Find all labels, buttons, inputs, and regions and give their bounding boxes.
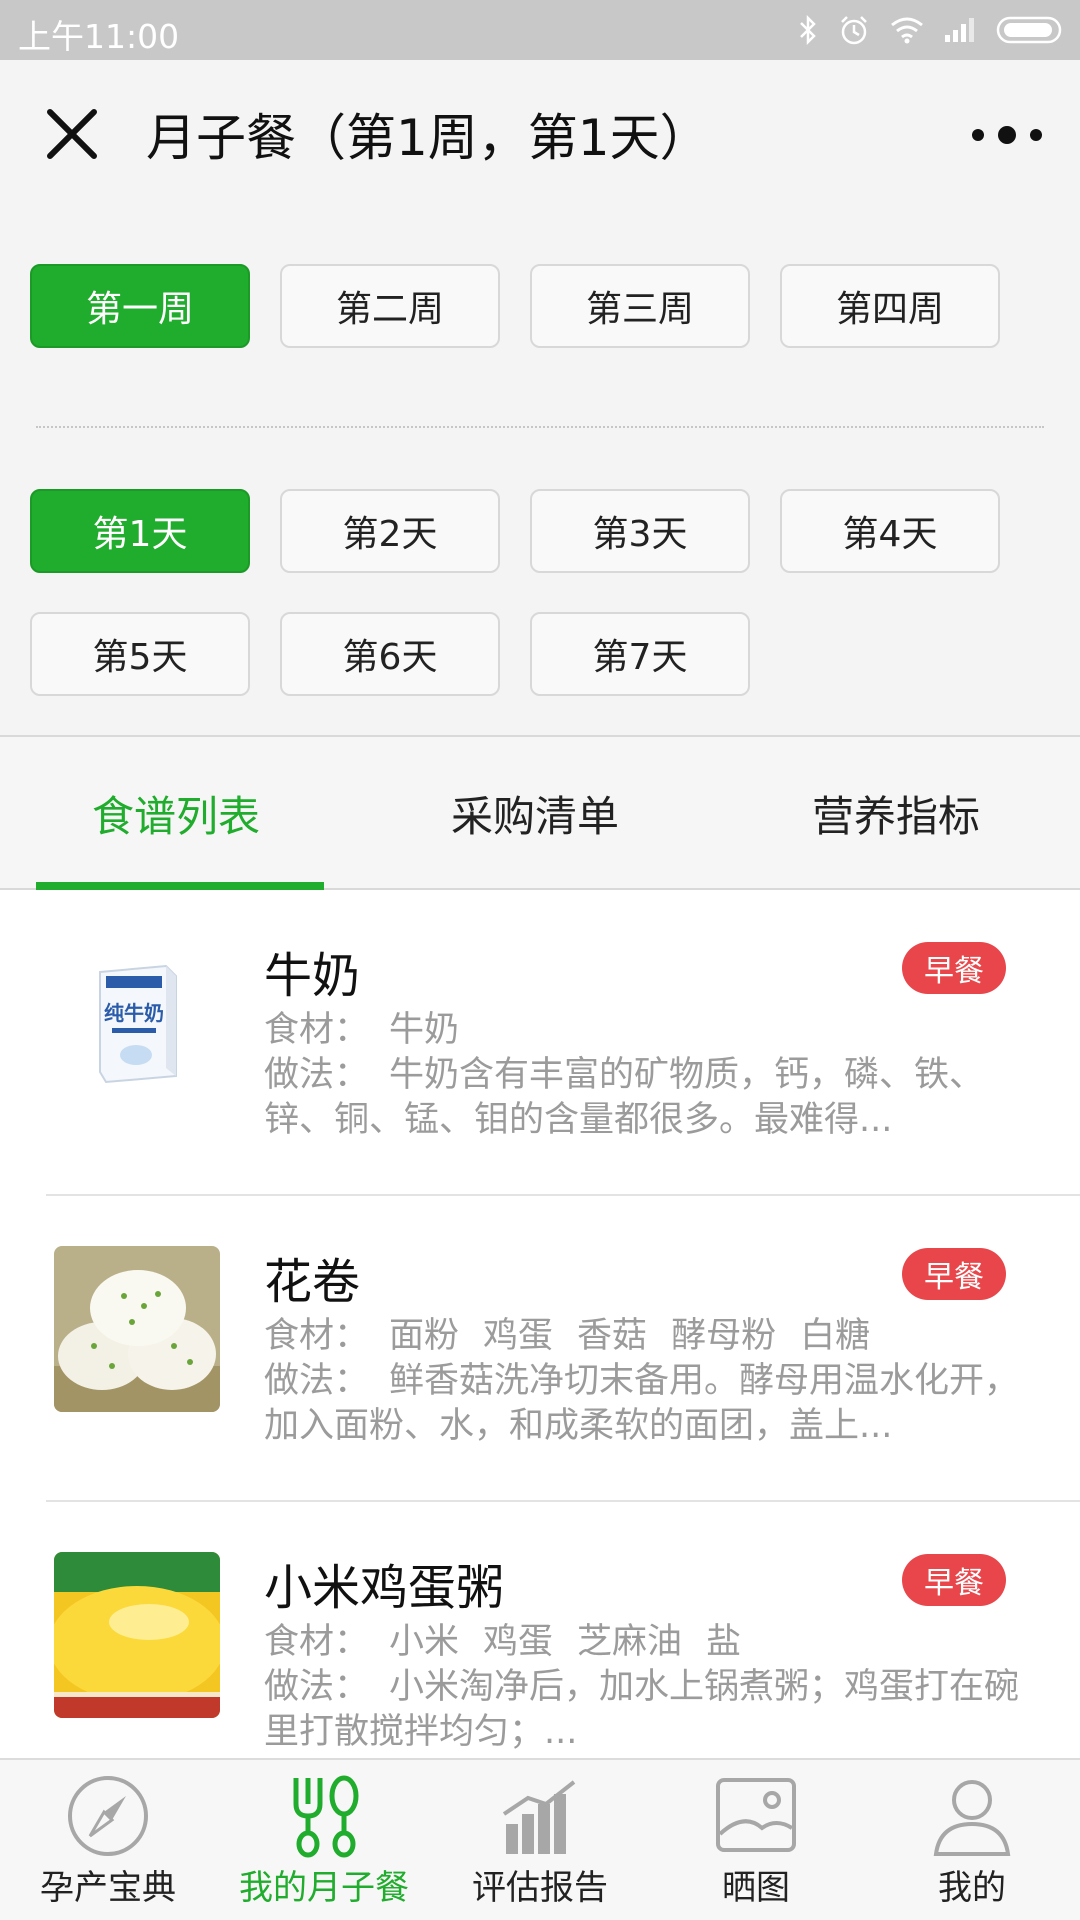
nav-label: 晒图 <box>722 1868 790 1908</box>
day-pill-4[interactable]: 第4天 <box>780 489 1000 573</box>
ingredient: 面粉 <box>389 1316 460 1356</box>
recipe-method: 做法： 鲜香菇洗净切末备用。酵母用温水化开，加入面粉、水，和成柔软的面团，盖上..… <box>264 1359 1044 1449</box>
recipe-image <box>54 1552 220 1718</box>
ingredient: 鸡蛋 <box>483 1316 554 1356</box>
nav-item-report[interactable]: 评估报告 <box>432 1760 648 1920</box>
nav-item-handbook[interactable]: 孕产宝典 <box>0 1760 216 1920</box>
day-pill-1[interactable]: 第1天 <box>30 489 250 573</box>
meal-badge: 早餐 <box>902 1248 1006 1300</box>
nav-item-my-meals[interactable]: 我的月子餐 <box>216 1760 432 1920</box>
more-dot-icon <box>998 126 1016 144</box>
bottom-nav: 孕产宝典 我的月子餐 评估报告 晒图 我的 <box>0 1758 1080 1920</box>
status-bar: 上午11:00 <box>0 0 1080 60</box>
ingredient: 鸡蛋 <box>483 1622 554 1662</box>
ingredient: 芝麻油 <box>577 1622 683 1662</box>
recipe-name: 花卷 <box>264 1254 361 1310</box>
tab-shopping-list[interactable]: 采购清单 <box>451 783 619 844</box>
week-pill-2[interactable]: 第二周 <box>280 264 500 348</box>
nav-label: 孕产宝典 <box>40 1868 176 1908</box>
close-icon <box>47 109 97 159</box>
ingredient: 酵母粉 <box>671 1316 777 1356</box>
bar-chart-icon <box>502 1780 576 1854</box>
recipe-item[interactable]: 纯牛奶 牛奶 早餐 食材： 牛奶 做法： 牛奶含有丰富的矿物质，钙，磷、铁、锌、铜、… <box>0 890 1080 1196</box>
day-pill-7[interactable]: 第7天 <box>530 612 750 696</box>
meal-badge: 早餐 <box>902 1554 1006 1606</box>
dotted-divider <box>36 426 1044 428</box>
close-button[interactable] <box>44 106 100 162</box>
more-dot-icon <box>972 129 984 141</box>
tab-recipe-list[interactable]: 食谱列表 <box>92 783 260 844</box>
recipe-image <box>54 1246 220 1412</box>
ingredients-label: 食材： <box>264 1010 370 1050</box>
ingredients-label: 食材： <box>264 1622 370 1662</box>
person-icon <box>933 1780 1011 1856</box>
recipe-ingredients: 食材： 小米 鸡蛋 芝麻油盐 <box>264 1620 1044 1665</box>
ingredient: 白糖 <box>800 1316 871 1356</box>
week-pill-1[interactable]: 第一周 <box>30 264 250 348</box>
method-text: 牛奶含有丰富的矿物质，钙，磷、铁、锌、铜、锰、钼的含量都很多。最难得... <box>264 1055 985 1140</box>
battery-icon <box>996 16 1062 44</box>
status-time: 上午11:00 <box>18 17 180 56</box>
ingredient: 盐 <box>706 1622 742 1662</box>
day-pill-2[interactable]: 第2天 <box>280 489 500 573</box>
recipe-method: 做法： 小米淘净后，加水上锅煮粥；鸡蛋打在碗里打散搅拌均匀；... <box>264 1665 1044 1755</box>
meal-badge: 早餐 <box>902 942 1006 994</box>
nav-label: 评估报告 <box>472 1868 608 1908</box>
recipe-image: 纯牛奶 <box>54 940 220 1106</box>
week-pill-3[interactable]: 第三周 <box>530 264 750 348</box>
day-selector-row-1: 第1天 第2天 第3天 第4天 <box>30 489 1000 573</box>
day-pill-3[interactable]: 第3天 <box>530 489 750 573</box>
recipe-method: 做法： 牛奶含有丰富的矿物质，钙，磷、铁、锌、铜、锰、钼的含量都很多。最难得... <box>264 1053 1044 1143</box>
title-bar: 月子餐（第1周，第1天） <box>0 60 1080 210</box>
picture-icon <box>716 1778 796 1852</box>
ingredient: 香菇 <box>577 1316 648 1356</box>
day-selector-row-2: 第5天 第6天 第7天 <box>30 612 750 696</box>
day-pill-6[interactable]: 第6天 <box>280 612 500 696</box>
nav-item-photos[interactable]: 晒图 <box>648 1760 864 1920</box>
active-tab-indicator <box>36 882 324 890</box>
more-dot-icon <box>1030 129 1042 141</box>
ingredient: 牛奶 <box>389 1010 460 1050</box>
alarm-icon <box>841 16 867 45</box>
method-label: 做法： <box>264 1667 370 1707</box>
method-label: 做法： <box>264 1361 370 1401</box>
week-pill-4[interactable]: 第四周 <box>780 264 1000 348</box>
tab-nutrition[interactable]: 营养指标 <box>812 783 980 844</box>
more-button[interactable] <box>972 120 1042 150</box>
method-text: 鲜香菇洗净切末备用。酵母用温水化开，加入面粉、水，和成柔软的面团，盖上... <box>264 1361 1020 1446</box>
recipe-name: 牛奶 <box>264 948 361 1004</box>
bluetooth-icon <box>800 15 816 45</box>
compass-icon <box>68 1776 148 1856</box>
ingredients-label: 食材： <box>264 1316 370 1356</box>
method-text: 小米淘净后，加水上锅煮粥；鸡蛋打在碗里打散搅拌均匀；... <box>264 1667 1020 1752</box>
recipe-item[interactable]: 花卷 早餐 食材： 面粉 鸡蛋 香菇 酵母粉 白糖 做法： 鲜香菇洗净切末备用。酵母用温水化… <box>0 1196 1080 1502</box>
status-icons <box>798 8 1066 52</box>
recipe-item[interactable]: 小米鸡蛋粥 早餐 食材： 小米 鸡蛋 芝麻油盐 做法： 小米淘净后，加水上锅煮粥；鸡蛋打… <box>0 1502 1080 1758</box>
recipe-list: 纯牛奶 牛奶 早餐 食材： 牛奶 做法： 牛奶含有丰富的矿物质，钙，磷、铁、锌、铜、… <box>0 890 1080 1758</box>
fork-spoon-icon <box>293 1775 359 1858</box>
wifi-icon <box>891 17 923 44</box>
nav-label: 我的月子餐 <box>239 1868 409 1908</box>
signal-icon <box>945 18 974 42</box>
svg-text:纯牛奶: 纯牛奶 <box>104 1001 164 1025</box>
ingredient: 小米 <box>389 1622 460 1662</box>
nav-label: 我的 <box>938 1868 1006 1908</box>
nav-item-me[interactable]: 我的 <box>864 1760 1080 1920</box>
content-tabs: 食谱列表 采购清单 营养指标 <box>0 735 1080 890</box>
recipe-ingredients: 食材： 牛奶 <box>264 1008 1044 1053</box>
day-pill-5[interactable]: 第5天 <box>30 612 250 696</box>
method-label: 做法： <box>264 1055 370 1095</box>
week-selector: 第一周 第二周 第三周 第四周 <box>30 264 1000 348</box>
recipe-name: 小米鸡蛋粥 <box>264 1560 505 1616</box>
recipe-ingredients: 食材： 面粉 鸡蛋 香菇 酵母粉 白糖 <box>264 1314 1044 1359</box>
page-title: 月子餐（第1周，第1天） <box>146 109 710 167</box>
